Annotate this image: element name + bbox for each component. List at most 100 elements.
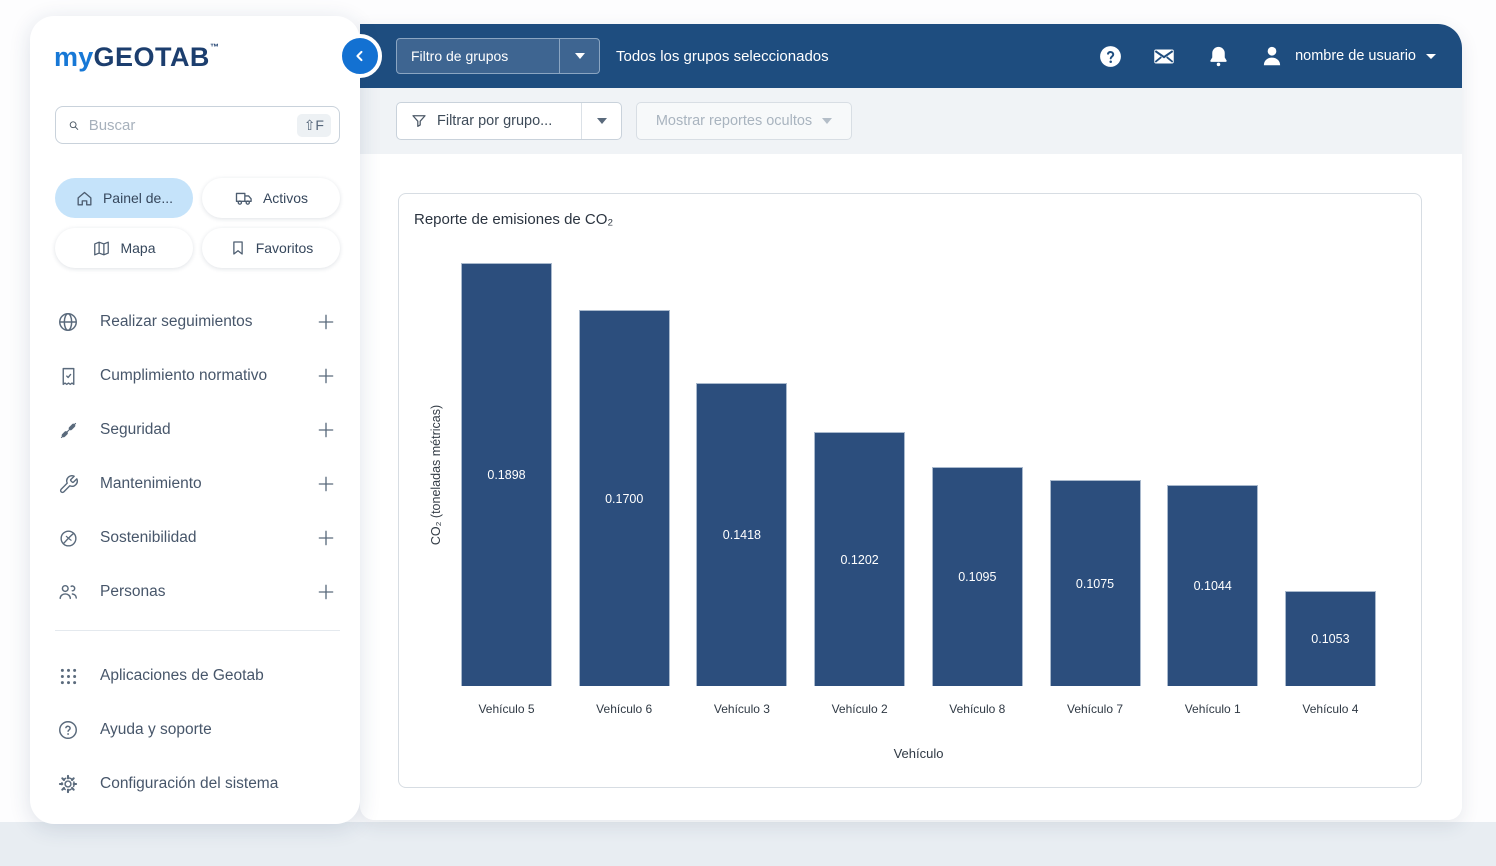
- add-button[interactable]: [314, 580, 338, 604]
- home-icon: [77, 191, 92, 206]
- user-menu[interactable]: nombre de usuario: [1259, 43, 1436, 69]
- chevron-left-icon: [356, 50, 363, 62]
- chevron-down-icon: [596, 118, 607, 124]
- group-filter-caret[interactable]: [559, 39, 599, 73]
- group-filter-label: Filtro de grupos: [411, 48, 509, 64]
- navbar-actions: nombre de usuario: [1097, 43, 1462, 69]
- chevron-down-icon: [1426, 53, 1436, 59]
- mygeotab-logo: myGEOTAB™: [54, 42, 219, 73]
- add-button[interactable]: [314, 472, 338, 496]
- bar-vehículo-1[interactable]: 0.1044: [1167, 485, 1259, 686]
- pill-favorites[interactable]: Favoritos: [202, 228, 340, 268]
- x-tick-label: Vehículo 2: [831, 702, 888, 716]
- sidebar-divider: [55, 630, 340, 631]
- sidebar-item-label: Personas: [100, 583, 166, 600]
- user-name-label: nombre de usuario: [1295, 48, 1416, 64]
- pill-assets[interactable]: Activos: [202, 178, 340, 218]
- bar-vehículo-2[interactable]: 0.1202: [814, 432, 906, 686]
- sidebar-item-aplicaciones-de-geotab[interactable]: Aplicaciones de Geotab: [30, 649, 360, 703]
- add-button[interactable]: [314, 526, 338, 550]
- pill-label: Favoritos: [255, 240, 314, 256]
- truck-icon: [235, 192, 252, 205]
- x-tick-label: Vehículo 6: [596, 702, 653, 716]
- add-button[interactable]: [314, 310, 338, 334]
- report-toolbar: Filtrar por grupo... Mostrar reportes oc…: [360, 88, 1462, 154]
- x-tick-label: Vehículo 1: [1184, 702, 1241, 716]
- mail-icon[interactable]: [1151, 43, 1177, 69]
- user-avatar-icon: [1259, 43, 1285, 69]
- chevron-down-icon: [574, 53, 585, 59]
- logo-my: my: [54, 42, 94, 72]
- sidebar-item-label: Ayuda y soporte: [100, 721, 212, 738]
- add-button[interactable]: [314, 418, 338, 442]
- mygeotab-app: Filtro de grupos Todos los grupos selecc…: [0, 0, 1496, 866]
- sidebar-item-realizar-seguimientos[interactable]: Realizar seguimientos: [30, 295, 360, 349]
- top-navbar: Filtro de grupos Todos los grupos selecc…: [360, 24, 1462, 88]
- sidebar-item-mantenimiento[interactable]: Mantenimiento: [30, 457, 360, 511]
- bar-value-label: 0.1044: [1193, 579, 1232, 593]
- x-axis-ticks: Vehículo 5 Vehículo 6 Vehículo 3 Vehículo 2…: [461, 702, 1376, 716]
- wrench-icon: [56, 472, 80, 496]
- bookmark-icon: [232, 241, 243, 255]
- bar-vehículo-7[interactable]: 0.1075: [1049, 480, 1141, 686]
- sidebar-item-label: Seguridad: [100, 421, 171, 438]
- sidebar-menu: Realizar seguimientos Cumplimiento norma…: [30, 295, 360, 619]
- x-tick-label: Vehículo 3: [713, 702, 770, 716]
- keyboard-shortcut-badge: ⇧F: [296, 113, 331, 137]
- compliance-document-icon: [56, 364, 80, 388]
- search-input[interactable]: [88, 116, 288, 134]
- bar-vehículo-4[interactable]: 0.1053: [1284, 591, 1376, 686]
- chart-title: Reporte de emisiones de CO₂: [414, 211, 614, 228]
- sidebar-item-label: Realizar seguimientos: [100, 313, 253, 330]
- bar-value-label: 0.1700: [605, 491, 644, 506]
- notifications-bell-icon[interactable]: [1205, 43, 1231, 69]
- x-tick-label: Vehículo 4: [1302, 702, 1359, 716]
- bar-vehículo-6[interactable]: 0.1700: [578, 310, 670, 686]
- sidebar-item-label: Cumplimiento normativo: [100, 367, 268, 384]
- map-icon: [94, 241, 110, 255]
- page-background-strip: [0, 822, 1496, 866]
- bar-value-label: 0.1053: [1311, 632, 1350, 646]
- help-icon[interactable]: [1097, 43, 1123, 69]
- filter-by-group-label: Filtrar por grupo...: [437, 113, 553, 129]
- sidebar-item-configuracion-del-sistema[interactable]: Configuración del sistema: [30, 757, 360, 811]
- search-icon: [69, 120, 79, 130]
- sidebar-item-label: Mantenimiento: [100, 475, 202, 492]
- logo-geotab: GEOTAB: [93, 42, 210, 72]
- quick-access-pills: Painel de... Activos Mapa Favoritos: [55, 178, 340, 268]
- bar-vehículo-5[interactable]: 0.1898: [461, 263, 552, 686]
- filter-by-group-caret[interactable]: [581, 103, 621, 139]
- logo-trademark: ™: [209, 42, 220, 52]
- x-tick-label: Vehículo 7: [1066, 702, 1124, 716]
- filter-by-group-button[interactable]: Filtrar por grupo...: [396, 102, 622, 140]
- sidebar-item-label: Configuración del sistema: [100, 775, 279, 792]
- bar-vehículo-8[interactable]: 0.1095: [931, 467, 1023, 686]
- bar-plot: 0.1898 0.1700 0.1418 0.1202 0.1095 0.1075 0.10…: [461, 263, 1376, 686]
- help-circle-icon: [56, 718, 80, 742]
- pill-label: Activos: [262, 190, 309, 206]
- show-hidden-reports-button[interactable]: Mostrar reportes ocultos: [636, 102, 852, 140]
- sidebar-item-sostenibilidad[interactable]: Sostenibilidad: [30, 511, 360, 565]
- pill-label: Mapa: [120, 240, 156, 256]
- sidebar-item-personas[interactable]: Personas: [30, 565, 360, 619]
- sidebar-item-seguridad[interactable]: Seguridad: [30, 403, 360, 457]
- people-icon: [56, 580, 80, 604]
- group-filter-button[interactable]: Filtro de grupos: [396, 38, 600, 74]
- filter-by-group-label-wrap: Filtrar por grupo...: [397, 103, 581, 139]
- funnel-icon: [412, 115, 426, 127]
- gear-icon: [56, 772, 80, 796]
- leaf-icon: [56, 526, 80, 550]
- sidebar-item-label: Aplicaciones de Geotab: [100, 667, 264, 684]
- sidebar: myGEOTAB™ ⇧F Painel de... Activos Mapa F…: [30, 16, 360, 824]
- sidebar-item-ayuda-y-soporte[interactable]: Ayuda y soporte: [30, 703, 360, 757]
- bar-vehículo-3[interactable]: 0.1418: [696, 383, 788, 686]
- add-button[interactable]: [314, 364, 338, 388]
- sidebar-item-cumplimiento-normativo[interactable]: Cumplimiento normativo: [30, 349, 360, 403]
- pill-map[interactable]: Mapa: [55, 228, 193, 268]
- bar-value-label: 0.1075: [1075, 576, 1115, 591]
- apps-grid-icon: [56, 664, 80, 688]
- sidebar-collapse-button[interactable]: [338, 34, 382, 78]
- pill-dashboard[interactable]: Painel de...: [55, 178, 193, 218]
- bar-value-label: 0.1418: [722, 528, 762, 542]
- chart-card: Reporte de emisiones de CO₂ CO₂ (tonelad…: [398, 193, 1422, 788]
